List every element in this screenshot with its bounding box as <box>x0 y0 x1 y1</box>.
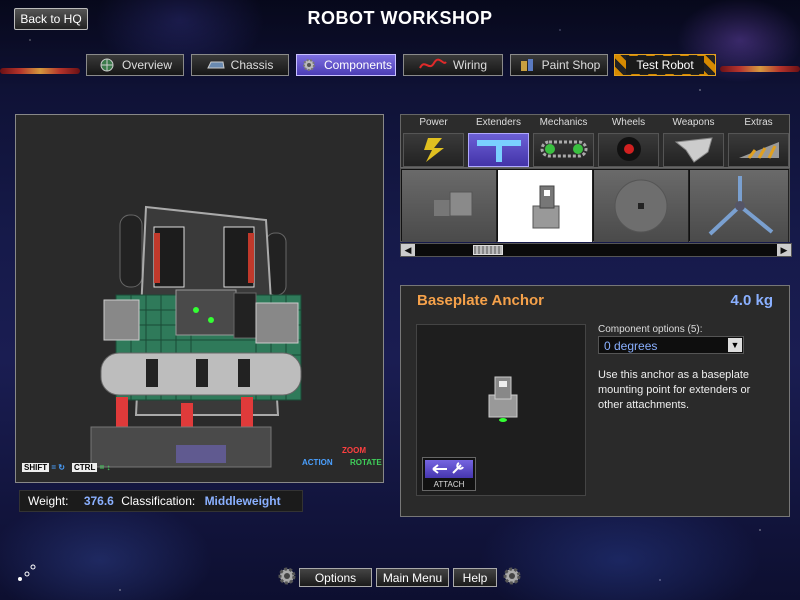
component-preview: ATTACH <box>416 324 586 496</box>
component-options-label: Component options (5): <box>598 324 703 335</box>
tab-components-label: Components <box>323 58 393 72</box>
category-wheels[interactable]: Wheels <box>596 115 661 169</box>
classification-label: Classification: <box>121 494 196 508</box>
category-mechanics[interactable]: Mechanics <box>531 115 596 169</box>
tab-test-robot-label: Test Robot <box>626 56 704 74</box>
shift-rotate-hint: SHIFT = ↻ <box>22 463 65 472</box>
main-menu-button[interactable]: Main Menu <box>376 568 449 587</box>
parts-scrollbar[interactable]: ◀ ▶ <box>400 243 792 257</box>
anchor-model <box>488 376 518 422</box>
part-thumbnail <box>532 185 560 229</box>
component-title: Baseplate Anchor <box>417 292 544 309</box>
weight-label: Weight: <box>28 494 69 508</box>
extender-icon <box>477 140 521 162</box>
weight-value: 376.6 <box>83 494 114 508</box>
category-weapons-label: Weapons <box>672 117 715 128</box>
tab-wiring[interactable]: Wiring <box>403 54 503 76</box>
classification-value: Middleweight <box>204 494 281 508</box>
category-extras[interactable]: Extras <box>726 115 791 169</box>
part-thumbnail <box>434 191 473 217</box>
component-weight: 4.0 kg <box>730 292 773 309</box>
gear-icon <box>503 567 521 585</box>
attach-wrench-icon <box>432 462 464 474</box>
scroll-thumb[interactable] <box>473 245 503 255</box>
category-extenders-label: Extenders <box>475 117 522 128</box>
attach-label: ATTACH <box>433 480 465 489</box>
chevron-down-icon[interactable]: ▼ <box>728 338 742 352</box>
lightning-icon <box>424 138 444 162</box>
component-detail-panel: Baseplate Anchor 4.0 kg ATTACH Component… <box>400 285 790 517</box>
category-mechanics-label: Mechanics <box>539 117 588 128</box>
tab-overview-label: Overview <box>121 58 172 72</box>
decor-wire-left <box>0 68 80 74</box>
baseplate-anchor-part[interactable] <box>498 170 593 242</box>
tab-paint-shop[interactable]: Paint Shop <box>510 54 608 76</box>
extender-block-part[interactable] <box>402 170 497 242</box>
robot-3d-viewport[interactable]: SHIFT = ↻ CTRL = ↕ ACTION ZOOM ROTATE <box>15 114 384 483</box>
tab-overview[interactable]: Overview <box>86 54 184 76</box>
page-title: ROBOT WORKSHOP <box>307 8 493 28</box>
component-description: Use this anchor as a baseplate mounting … <box>598 369 751 411</box>
tri-arm-part[interactable] <box>690 170 789 242</box>
round-plate-part[interactable] <box>594 170 689 242</box>
globe-icon <box>100 58 114 72</box>
wheel-icon <box>617 137 641 161</box>
tab-chassis[interactable]: Chassis <box>191 54 289 76</box>
wedge-icon <box>739 142 779 159</box>
part-thumbnail <box>708 176 774 236</box>
parts-carousel <box>400 168 790 242</box>
category-weapons[interactable]: Weapons <box>661 115 726 169</box>
ctrl-move-hint: CTRL = ↕ <box>72 463 111 472</box>
chain-icon <box>540 140 588 158</box>
gear-icon <box>302 59 315 71</box>
wire-icon <box>419 58 447 69</box>
part-thumbnail <box>614 179 668 233</box>
gear-icon <box>278 567 296 585</box>
paint-can-icon <box>520 59 533 71</box>
selected-option-value: 0 degrees <box>604 339 658 353</box>
options-button[interactable]: Options <box>299 568 372 587</box>
tab-chassis-label: Chassis <box>230 58 274 72</box>
category-wheels-label: Wheels <box>611 117 646 128</box>
scroll-right-arrow-icon[interactable]: ▶ <box>777 244 791 256</box>
category-extenders[interactable]: Extenders <box>466 115 531 169</box>
tab-components[interactable]: Components <box>296 54 396 76</box>
robot-model <box>90 205 302 468</box>
chassis-icon <box>206 61 225 69</box>
attach-button[interactable]: ATTACH <box>422 457 476 491</box>
decor-wire-right <box>720 66 800 72</box>
network-status-icon <box>18 564 36 581</box>
scroll-left-arrow-icon[interactable]: ◀ <box>401 244 415 256</box>
category-power[interactable]: Power <box>401 115 466 169</box>
component-category-bar: Power Extenders Mechanics Wheels Weapons… <box>400 114 790 168</box>
robot-stats-bar: Weight: 376.6 Classification: Middleweig… <box>19 490 303 512</box>
component-options-select[interactable]: 0 degrees ▼ <box>598 336 744 354</box>
tab-wiring-label: Wiring <box>452 58 487 72</box>
tab-test-robot[interactable]: Test Robot <box>614 54 716 76</box>
category-power-label: Power <box>419 117 448 128</box>
category-extras-label: Extras <box>744 117 773 128</box>
mouse-controls-hint: ACTION ZOOM ROTATE <box>302 446 382 467</box>
blade-icon <box>674 137 713 163</box>
tab-paint-shop-label: Paint Shop <box>541 58 601 72</box>
help-button[interactable]: Help <box>453 568 497 587</box>
